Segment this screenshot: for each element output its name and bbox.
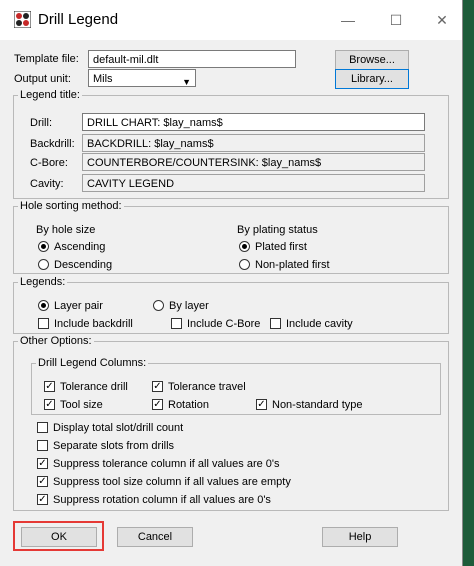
layer-pair-radio[interactable] [38, 300, 49, 311]
tolerance-drill-checkbox[interactable]: ✓ [44, 381, 55, 392]
drill-label: Drill: [30, 117, 52, 129]
separate-slots-label: Separate slots from drills [53, 440, 175, 452]
by-plating-label: By plating status [237, 224, 318, 236]
suppress-toolsize-label: Suppress tool size column if all values … [53, 476, 291, 488]
maximize-icon[interactable]: ☐ [384, 8, 408, 32]
ascending-label: Ascending [54, 241, 106, 253]
cbore-label: C-Bore: [30, 157, 68, 169]
tolerance-drill-label: Tolerance drill [60, 381, 128, 393]
layer-pair-label: Layer pair [54, 300, 103, 312]
hole-sorting-group-label: Hole sorting method: [18, 200, 124, 212]
other-options-group-label: Other Options: [18, 335, 94, 347]
output-unit-label: Output unit: [14, 73, 71, 85]
nonplated-first-label: Non-plated first [255, 259, 330, 271]
cavity-title-input[interactable]: CAVITY LEGEND [82, 174, 425, 192]
include-cbore-label: Include C-Bore [187, 318, 261, 330]
include-backdrill-checkbox[interactable] [38, 318, 49, 329]
by-hole-size-label: By hole size [36, 224, 96, 236]
backdrill-title-input[interactable]: BACKDRILL: $lay_nams$ [82, 134, 425, 152]
drill-title-input[interactable]: DRILL CHART: $lay_nams$ [82, 113, 425, 131]
ascending-radio[interactable] [38, 241, 49, 252]
tolerance-travel-label: Tolerance travel [168, 381, 246, 393]
window-title: Drill Legend [38, 11, 119, 28]
descending-radio[interactable] [38, 259, 49, 270]
drill-legend-columns-label: Drill Legend Columns: [36, 357, 149, 369]
display-total-checkbox[interactable] [37, 422, 48, 433]
template-file-label: Template file: [14, 53, 79, 65]
cbore-title-input[interactable]: COUNTERBORE/COUNTERSINK: $lay_nams$ [82, 153, 425, 171]
output-unit-value: Mils [93, 73, 113, 85]
suppress-rotation-label: Suppress rotation column if all values a… [53, 494, 271, 506]
tolerance-travel-checkbox[interactable]: ✓ [152, 381, 163, 392]
cavity-label: Cavity: [30, 178, 64, 190]
drill-legend-dialog: Drill Legend — ☐ ✕ Template file: defaul… [0, 0, 463, 566]
suppress-tolerance-checkbox[interactable]: ✓ [37, 458, 48, 469]
nonstandard-type-label: Non-standard type [272, 399, 363, 411]
by-layer-radio[interactable] [153, 300, 164, 311]
chevron-down-icon: ▼ [182, 77, 191, 87]
include-cbore-checkbox[interactable] [171, 318, 182, 329]
drill-legend-app-icon [14, 11, 31, 28]
backdrill-label: Backdrill: [30, 138, 75, 150]
browse-button[interactable]: Browse... [335, 50, 409, 70]
suppress-tolerance-label: Suppress tolerance column if all values … [53, 458, 280, 470]
close-icon[interactable]: ✕ [430, 8, 454, 32]
rotation-checkbox[interactable]: ✓ [152, 399, 163, 410]
legends-group-label: Legends: [18, 276, 68, 288]
include-cavity-label: Include cavity [286, 318, 353, 330]
separate-slots-checkbox[interactable] [37, 440, 48, 451]
library-button[interactable]: Library... [335, 69, 409, 89]
include-cavity-checkbox[interactable] [270, 318, 281, 329]
descending-label: Descending [54, 259, 113, 271]
cancel-button[interactable]: Cancel [117, 527, 193, 547]
legend-title-group-label: Legend title: [18, 89, 82, 101]
title-bar: Drill Legend — ☐ ✕ [0, 0, 462, 40]
nonplated-first-radio[interactable] [239, 259, 250, 270]
plated-first-label: Plated first [255, 241, 307, 253]
suppress-toolsize-checkbox[interactable]: ✓ [37, 476, 48, 487]
include-backdrill-label: Include backdrill [54, 318, 133, 330]
suppress-rotation-checkbox[interactable]: ✓ [37, 494, 48, 505]
by-layer-label: By layer [169, 300, 209, 312]
display-total-label: Display total slot/drill count [53, 422, 184, 434]
output-unit-select[interactable]: Mils ▼ [88, 69, 196, 87]
ok-button-highlight [13, 521, 104, 551]
nonstandard-type-checkbox[interactable]: ✓ [256, 399, 267, 410]
tool-size-label: Tool size [60, 399, 103, 411]
help-button[interactable]: Help [322, 527, 398, 547]
tool-size-checkbox[interactable]: ✓ [44, 399, 55, 410]
template-file-input[interactable]: default-mil.dlt [88, 50, 296, 68]
rotation-label: Rotation [168, 399, 209, 411]
plated-first-radio[interactable] [239, 241, 250, 252]
minimize-icon[interactable]: — [336, 8, 360, 32]
